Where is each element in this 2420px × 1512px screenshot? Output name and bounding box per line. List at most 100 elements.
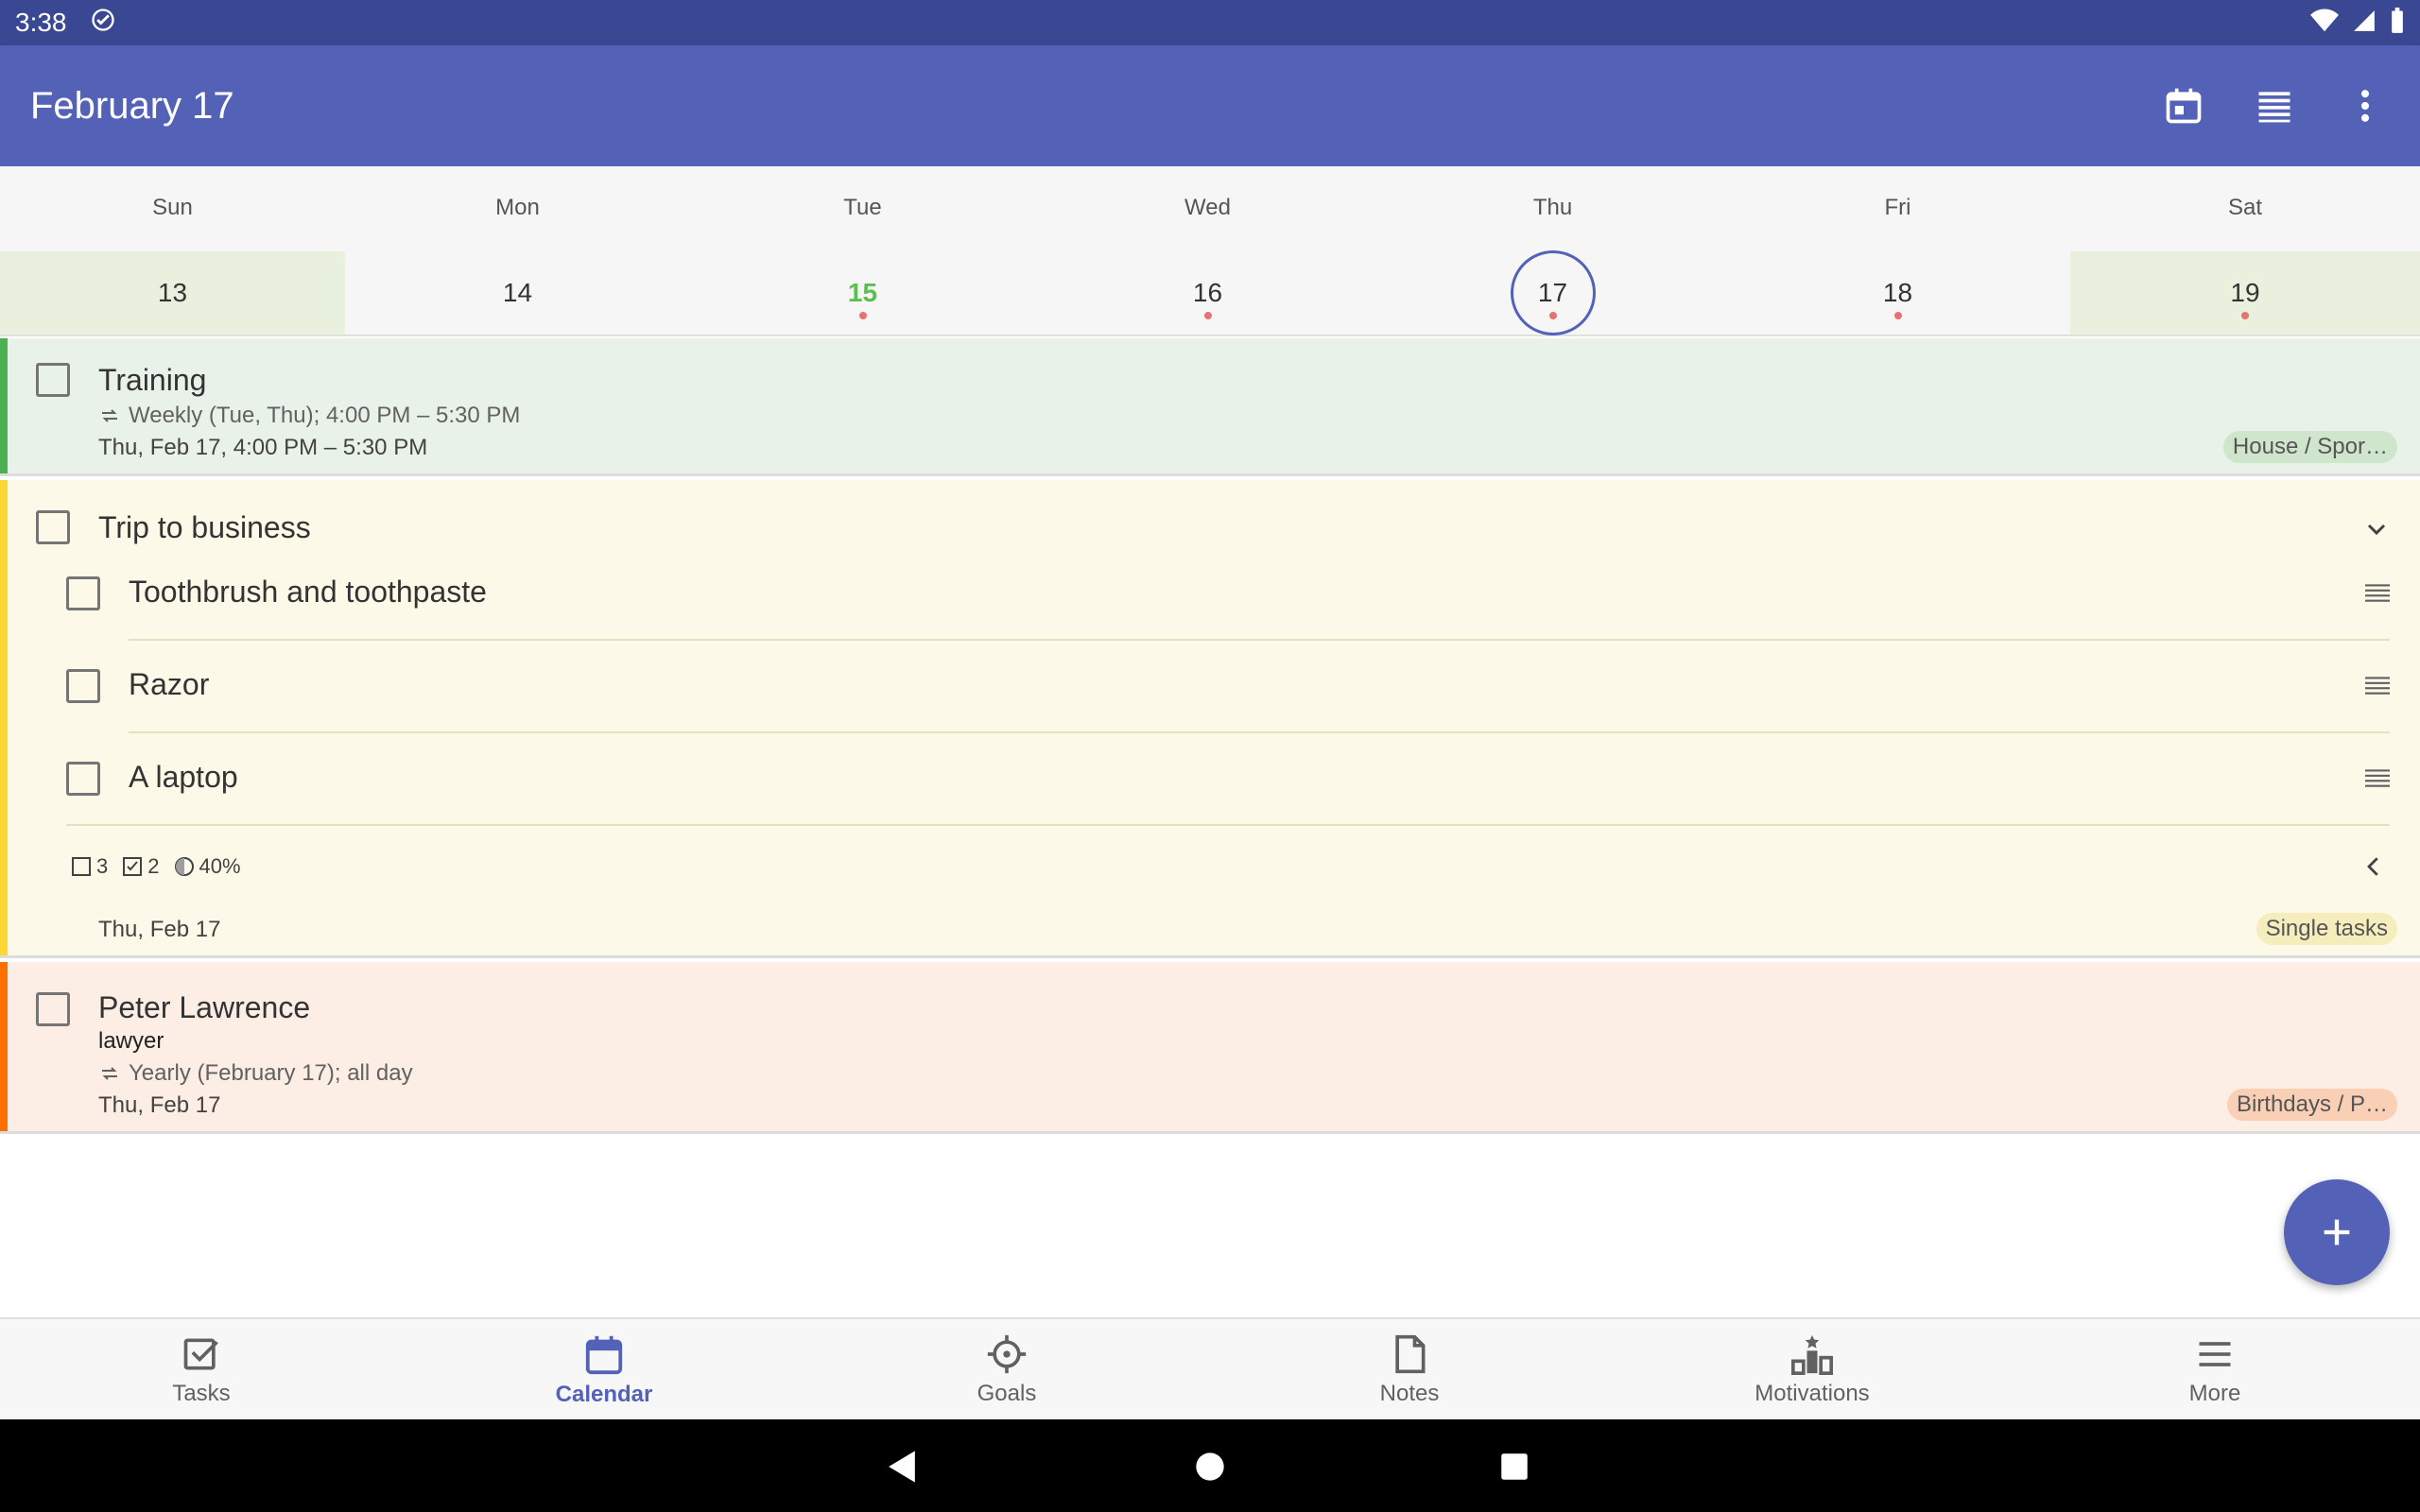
drag-handle-icon[interactable] bbox=[2365, 582, 2390, 608]
nav-notes[interactable]: Notes bbox=[1208, 1319, 1611, 1421]
day-fri[interactable]: Fri 18 bbox=[1725, 166, 2070, 336]
day-name: Fri bbox=[1884, 195, 1911, 220]
battery-icon bbox=[2390, 7, 2405, 39]
nav-calendar[interactable]: Calendar bbox=[403, 1319, 805, 1421]
day-number: 16 bbox=[1192, 278, 1223, 307]
progress-percent: 40% bbox=[199, 854, 241, 878]
task-checkbox[interactable] bbox=[36, 992, 70, 1026]
day-number: 19 bbox=[2230, 278, 2260, 307]
selected-day-ring bbox=[1510, 250, 1596, 335]
day-name: Thu bbox=[1532, 195, 1573, 220]
progress-icon bbox=[174, 857, 194, 876]
more-vert-icon bbox=[2360, 90, 2370, 122]
repeat-icon bbox=[102, 409, 117, 422]
checklist-checkbox[interactable] bbox=[66, 762, 100, 796]
task-title: Peter Lawrence bbox=[98, 990, 311, 1024]
checklist-item[interactable]: Toothbrush and toothpaste bbox=[0, 548, 2420, 641]
nav-goals[interactable]: Goals bbox=[805, 1319, 1208, 1421]
stats-toggle-button[interactable] bbox=[2360, 852, 2388, 885]
nav-more[interactable]: More bbox=[2014, 1319, 2416, 1421]
checklist-checkbox[interactable] bbox=[66, 669, 100, 703]
note-icon bbox=[1395, 1334, 1426, 1374]
event-dot bbox=[1548, 312, 1557, 319]
day-number: 14 bbox=[502, 278, 533, 307]
drag-handle-icon[interactable] bbox=[2365, 675, 2390, 700]
done-items-icon bbox=[123, 857, 143, 876]
status-bar: 3:38 bbox=[0, 0, 2420, 45]
color-bar bbox=[0, 338, 8, 473]
day-sun[interactable]: Sun 13 bbox=[0, 166, 345, 336]
task-card-trip[interactable]: Trip to business Toothbrush and toothpas… bbox=[0, 480, 2420, 958]
task-card-training[interactable]: Training Weekly (Tue, Thu); 4:00 PM – 5:… bbox=[0, 338, 2420, 476]
task-checkbox[interactable] bbox=[36, 510, 70, 544]
checklist-text: Toothbrush and toothpaste bbox=[129, 575, 487, 609]
category-tag: House / Spor… bbox=[2222, 431, 2397, 463]
back-button[interactable] bbox=[873, 1438, 930, 1495]
back-triangle-icon bbox=[889, 1451, 915, 1483]
sync-check-icon bbox=[90, 7, 116, 40]
checklist-item[interactable]: Razor bbox=[0, 641, 2420, 733]
day-sat[interactable]: Sat 19 bbox=[2070, 166, 2420, 336]
nav-label: Calendar bbox=[555, 1382, 653, 1407]
bottom-navigation: Tasks Calendar Goals Notes Motivations M… bbox=[0, 1317, 2420, 1419]
event-dot bbox=[858, 312, 867, 319]
menu-icon bbox=[2199, 1342, 2231, 1366]
checklist-stats: 3 2 40% bbox=[70, 854, 241, 879]
crosshair-icon bbox=[987, 1334, 1027, 1374]
nav-motivations[interactable]: Motivations bbox=[1611, 1319, 2014, 1421]
nav-label: Motivations bbox=[1754, 1381, 1870, 1406]
add-task-button[interactable] bbox=[2284, 1179, 2390, 1285]
checklist-item[interactable]: A laptop bbox=[0, 733, 2420, 826]
chevron-left-icon bbox=[2367, 857, 2378, 876]
nav-tasks[interactable]: Tasks bbox=[0, 1319, 403, 1421]
day-name: Sat bbox=[2227, 195, 2263, 220]
nav-label: Tasks bbox=[172, 1381, 231, 1406]
tasks-icon bbox=[183, 1338, 218, 1370]
list-view-button[interactable] bbox=[2250, 81, 2299, 130]
system-navigation-bar bbox=[0, 1419, 2420, 1512]
checklist-text: A laptop bbox=[129, 760, 238, 794]
task-date: Thu, Feb 17 bbox=[98, 917, 221, 942]
task-title: Trip to business bbox=[98, 510, 311, 544]
calendar-view-button[interactable] bbox=[2159, 81, 2208, 130]
podium-icon bbox=[1791, 1334, 1833, 1375]
day-wed[interactable]: Wed 16 bbox=[1035, 166, 1380, 336]
checklist-checkbox[interactable] bbox=[66, 576, 100, 610]
calendar-icon bbox=[2166, 88, 2202, 124]
task-repeat: Yearly (February 17); all day bbox=[129, 1060, 413, 1086]
checklist-text: Razor bbox=[129, 667, 210, 701]
task-title: Training bbox=[98, 363, 207, 397]
task-checkbox[interactable] bbox=[36, 363, 70, 397]
day-number-today: 15 bbox=[847, 278, 878, 307]
event-dot bbox=[1893, 312, 1902, 319]
done-count: 2 bbox=[147, 854, 160, 878]
recents-button[interactable] bbox=[1486, 1438, 1543, 1495]
color-bar bbox=[0, 962, 8, 1131]
day-name: Sun bbox=[152, 195, 193, 220]
app-bar: February 17 bbox=[0, 45, 2420, 166]
collapse-button[interactable] bbox=[2361, 514, 2392, 549]
task-repeat: Weekly (Tue, Thu); 4:00 PM – 5:30 PM bbox=[129, 403, 521, 428]
list-icon bbox=[2258, 92, 2290, 123]
home-button[interactable] bbox=[1182, 1438, 1238, 1495]
day-thu[interactable]: Thu 17 bbox=[1380, 166, 1725, 336]
day-tue[interactable]: Tue 15 bbox=[690, 166, 1035, 336]
drag-handle-icon[interactable] bbox=[2365, 767, 2390, 793]
task-card-peter[interactable]: Peter Lawrence lawyer Yearly (February 1… bbox=[0, 962, 2420, 1134]
day-name: Wed bbox=[1184, 195, 1231, 220]
open-count: 3 bbox=[96, 854, 109, 878]
category-tag: Birthdays / P… bbox=[2226, 1089, 2397, 1121]
day-mon[interactable]: Mon 14 bbox=[345, 166, 690, 336]
nav-label: More bbox=[2188, 1381, 2241, 1406]
day-number: 13 bbox=[157, 278, 188, 307]
week-strip: Sun 13 Mon 14 Tue 15 Wed 16 Thu 17 Fri 1… bbox=[0, 166, 2420, 336]
calendar-icon bbox=[585, 1335, 623, 1375]
task-note: lawyer bbox=[98, 1028, 164, 1054]
page-title: February 17 bbox=[30, 84, 234, 127]
signal-icon bbox=[2352, 9, 2377, 38]
home-circle-icon bbox=[1196, 1452, 1224, 1481]
recents-square-icon bbox=[1501, 1453, 1528, 1480]
day-name: Tue bbox=[843, 195, 882, 220]
open-items-icon bbox=[72, 857, 91, 876]
overflow-menu-button[interactable] bbox=[2341, 81, 2390, 130]
